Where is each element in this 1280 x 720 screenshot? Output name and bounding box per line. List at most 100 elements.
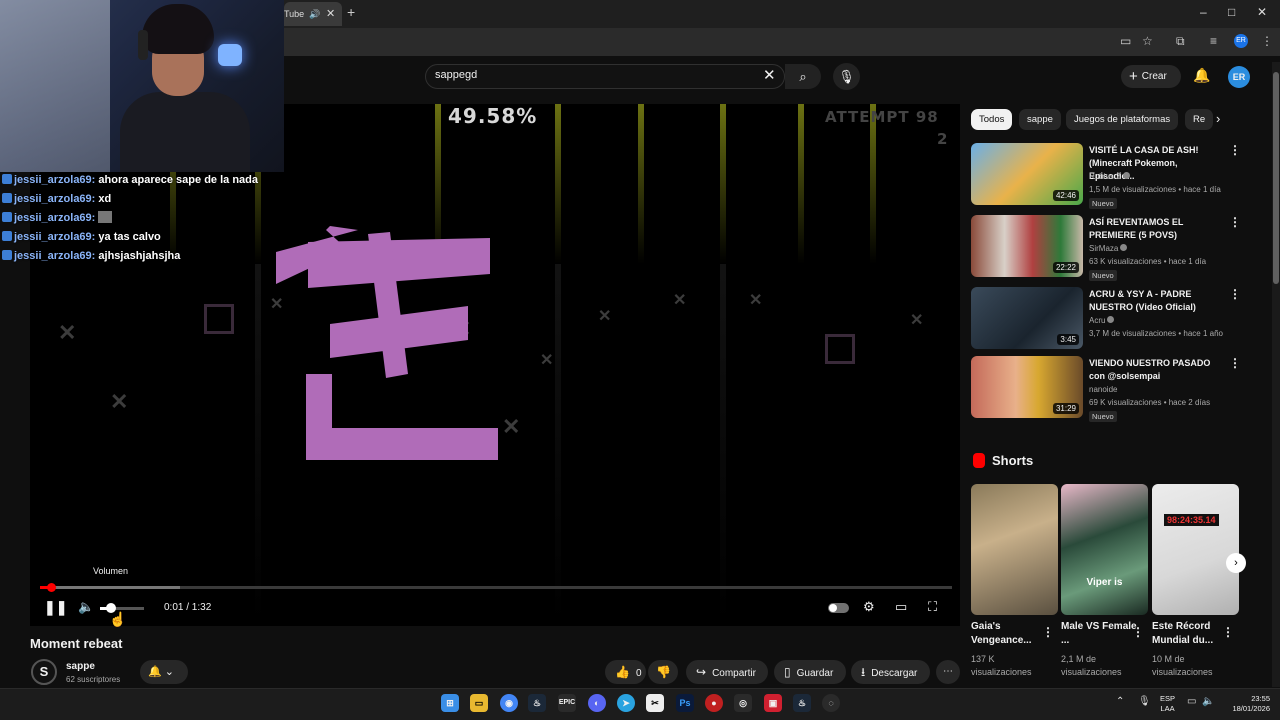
- short-thumbnail[interactable]: Viper is: [1061, 484, 1148, 615]
- app-red-icon[interactable]: ▣: [764, 694, 782, 712]
- scrollbar-thumb[interactable]: [1273, 72, 1279, 284]
- chip-sappe[interactable]: sappe: [1019, 109, 1061, 130]
- fullscreen-icon[interactable]: ⛶: [928, 599, 937, 615]
- recommendation-item[interactable]: 42:46 VISITÉ LA CASA DE ASH! (Minecraft …: [971, 143, 1241, 209]
- notifications-bell-icon[interactable]: 🔔: [1193, 67, 1210, 84]
- chip-juegos-de-plataformas[interactable]: Juegos de plataformas: [1066, 109, 1179, 130]
- chevron-right-icon[interactable]: ›: [1216, 111, 1220, 126]
- more-vertical-icon[interactable]: ⋮: [1222, 625, 1234, 639]
- recommendation-meta: 69 K visualizaciones • hace 2 días: [1089, 398, 1211, 407]
- video-thumbnail[interactable]: 22:22: [971, 215, 1083, 277]
- clock[interactable]: 23:55 18/01/2026: [1222, 694, 1270, 714]
- voice-search-button[interactable]: 🎙: [833, 63, 860, 90]
- video-thumbnail[interactable]: 42:46: [971, 143, 1083, 205]
- discord-icon[interactable]: ◐: [588, 694, 606, 712]
- more-vertical-icon[interactable]: ⋮: [1229, 143, 1241, 157]
- minimize-button[interactable]: –: [1200, 5, 1207, 19]
- decoration-square: [204, 304, 234, 334]
- browser-tab[interactable]: Tube 🔊 ✕: [284, 2, 342, 26]
- chip-todos[interactable]: Todos: [971, 109, 1013, 130]
- browser-menu-icon[interactable]: ⋮: [1261, 34, 1273, 48]
- volume-icon[interactable]: 🔈: [78, 599, 94, 615]
- like-button[interactable]: 👍 0: [605, 660, 646, 684]
- search-box[interactable]: [425, 64, 785, 89]
- speaker-icon[interactable]: 🔊: [309, 2, 320, 26]
- chrome-icon[interactable]: ◉: [500, 694, 518, 712]
- capcut-icon[interactable]: ✂: [646, 694, 664, 712]
- dislike-button[interactable]: 👎: [648, 660, 678, 684]
- more-vertical-icon[interactable]: ⋮: [1229, 287, 1241, 301]
- miniplayer-icon[interactable]: ▭: [895, 599, 907, 615]
- recommendation-item[interactable]: 31:29 VIENDO NUESTRO PASADO con @solsemp…: [971, 356, 1241, 422]
- short-thumbnail[interactable]: [971, 484, 1058, 615]
- photoshop-icon[interactable]: Ps: [676, 694, 694, 712]
- short-title[interactable]: Gaia's Vengeance...: [971, 620, 1049, 648]
- save-button[interactable]: ▯ Guardar: [774, 660, 846, 684]
- obs-icon[interactable]: ◎: [734, 694, 752, 712]
- chat-username: jessii_arzola69:: [14, 231, 96, 243]
- clock-time: 23:55: [1251, 694, 1270, 703]
- recorder-icon[interactable]: ●: [705, 694, 723, 712]
- tray-chevron-up-icon[interactable]: ⌃: [1116, 696, 1124, 707]
- file-explorer-icon[interactable]: ▭: [470, 694, 488, 712]
- bookmark-icon: ▯: [784, 665, 791, 679]
- browser-profile-icon[interactable]: ER: [1234, 34, 1248, 48]
- pause-button[interactable]: ❚❚: [44, 599, 67, 616]
- progress-scrubber[interactable]: [46, 583, 56, 592]
- more-vertical-icon[interactable]: ⋮: [1229, 356, 1241, 370]
- new-tab-button[interactable]: +: [347, 4, 355, 20]
- media-controls-icon[interactable]: ≡: [1210, 34, 1217, 48]
- steam-icon[interactable]: ♨: [528, 694, 546, 712]
- network-icon[interactable]: ▭: [1187, 696, 1196, 707]
- autoplay-toggle[interactable]: [828, 603, 849, 613]
- telegram-icon[interactable]: ➤: [617, 694, 635, 712]
- volume-tray-icon[interactable]: 🔈: [1202, 696, 1214, 707]
- extensions-icon[interactable]: ⧉: [1176, 34, 1185, 49]
- new-badge: Nuevo: [1089, 411, 1117, 422]
- search-input[interactable]: sappegd: [435, 69, 477, 81]
- more-vertical-icon[interactable]: ⋮: [1132, 625, 1144, 639]
- account-avatar[interactable]: ER: [1228, 66, 1250, 88]
- bookmark-star-icon[interactable]: ☆: [1142, 34, 1153, 48]
- channel-name[interactable]: sappe: [66, 661, 95, 672]
- close-tab-icon[interactable]: ✕: [326, 2, 335, 26]
- video-thumbnail[interactable]: 3:45: [971, 287, 1083, 349]
- language-indicator[interactable]: ESP LAA: [1160, 694, 1175, 714]
- cast-icon[interactable]: ▭: [1120, 34, 1131, 48]
- short-title[interactable]: Male VS Female ...: [1061, 620, 1139, 648]
- more-vertical-icon[interactable]: ⋮: [1042, 625, 1054, 639]
- search-icon: ⌕: [799, 69, 807, 84]
- recommendation-title[interactable]: VIENDO NUESTRO PASADO con @solsempai: [1089, 357, 1225, 383]
- search-button[interactable]: ⌕: [785, 64, 821, 89]
- more-vertical-icon[interactable]: ⋮: [1229, 215, 1241, 229]
- settings-gear-icon[interactable]: ⚙: [863, 599, 875, 615]
- recommendation-item[interactable]: 22:22 ASÍ REVENTAMOS EL PREMIERE (5 POVS…: [971, 215, 1241, 281]
- subscription-bell-button[interactable]: 🔔 ⌄: [140, 660, 188, 684]
- recommendation-title[interactable]: ASÍ REVENTAMOS EL PREMIERE (5 POVS): [1089, 216, 1225, 242]
- maximize-button[interactable]: □: [1228, 5, 1235, 19]
- close-window-button[interactable]: ✕: [1257, 5, 1267, 19]
- download-label: Descargar: [871, 668, 918, 679]
- clear-search-icon[interactable]: ✕: [763, 66, 776, 84]
- chat-message: jessii_arzola69: ajhsjashjahsjha: [0, 248, 268, 264]
- create-button[interactable]: + Crear: [1121, 65, 1181, 88]
- video-thumbnail[interactable]: 31:29: [971, 356, 1083, 418]
- channel-subscribers: 62 suscriptores: [66, 675, 121, 684]
- volume-tooltip: Volumen: [93, 566, 129, 576]
- recommendation-item[interactable]: 3:45 ACRU & YSY A - PADRE NUESTRO (Video…: [971, 287, 1241, 351]
- more-actions-button[interactable]: ⋯: [936, 660, 960, 684]
- steam-icon-2[interactable]: ♨: [793, 694, 811, 712]
- tray-microphone-icon[interactable]: 🎙: [1138, 696, 1151, 707]
- tab-title: Tube: [284, 9, 305, 19]
- share-button[interactable]: ↪ Compartir: [686, 660, 768, 684]
- recommendation-title[interactable]: ACRU & YSY A - PADRE NUESTRO (Video Ofic…: [1089, 288, 1225, 314]
- shorts-next-chevron-icon[interactable]: ›: [1226, 553, 1246, 573]
- download-button[interactable]: ⭳ Descargar: [851, 660, 930, 684]
- short-title[interactable]: Este Récord Mundial du...: [1152, 620, 1230, 648]
- channel-avatar[interactable]: S: [31, 659, 57, 685]
- epic-games-icon[interactable]: EPIC: [558, 694, 576, 712]
- windows-start-icon[interactable]: ⊞: [441, 694, 459, 712]
- chip-re[interactable]: Re: [1185, 109, 1213, 130]
- app-round-icon[interactable]: ◌: [822, 694, 840, 712]
- short-thumbnail[interactable]: 98:24:35.14: [1152, 484, 1239, 615]
